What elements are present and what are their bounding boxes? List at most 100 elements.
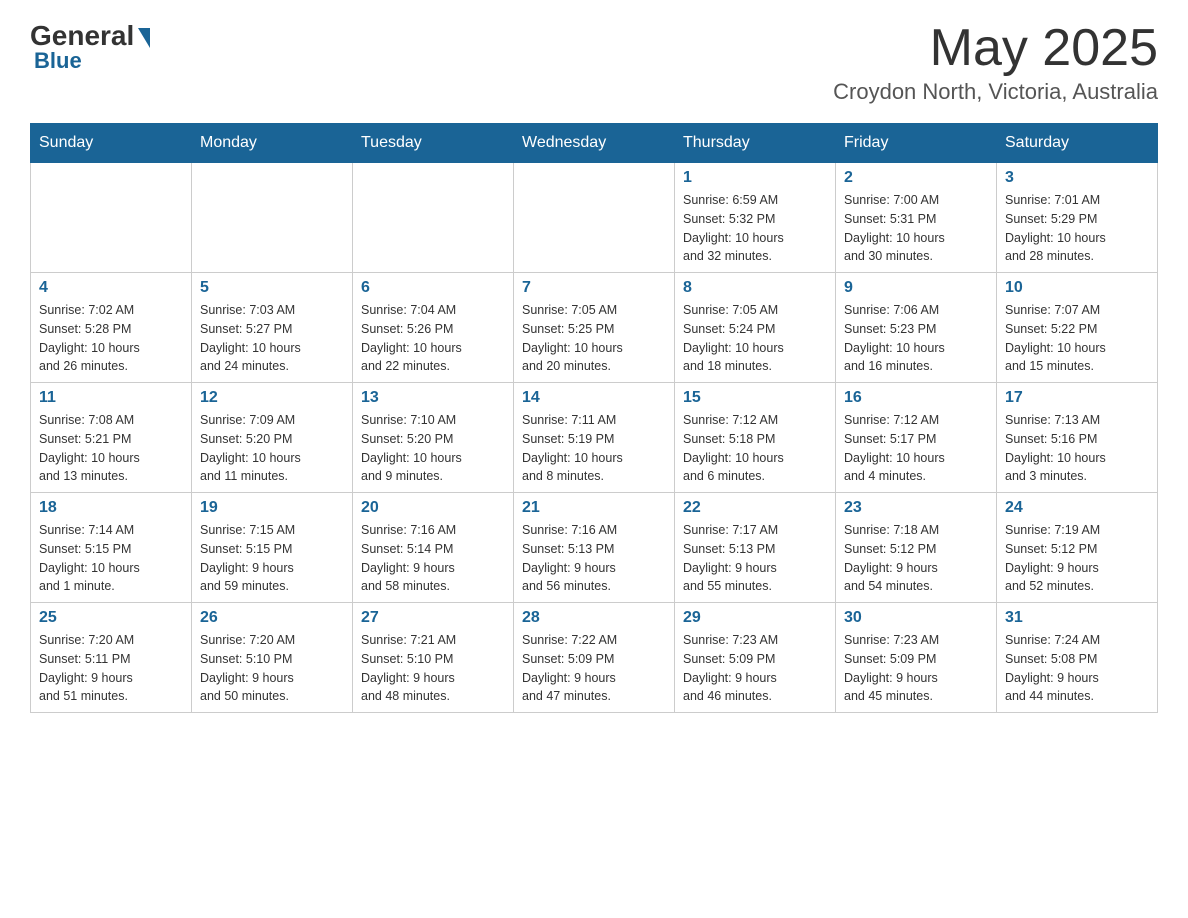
day-number: 23 [844, 499, 988, 517]
day-info: Sunrise: 7:23 AM Sunset: 5:09 PM Dayligh… [844, 631, 988, 706]
day-number: 21 [522, 499, 666, 517]
day-info: Sunrise: 7:22 AM Sunset: 5:09 PM Dayligh… [522, 631, 666, 706]
day-number: 20 [361, 499, 505, 517]
day-info: Sunrise: 7:20 AM Sunset: 5:11 PM Dayligh… [39, 631, 183, 706]
logo-blue-text: Blue [30, 48, 82, 74]
day-info: Sunrise: 7:02 AM Sunset: 5:28 PM Dayligh… [39, 301, 183, 376]
column-header-monday: Monday [192, 124, 353, 163]
calendar-cell: 2 Sunrise: 7:00 AM Sunset: 5:31 PM Daylig… [836, 163, 997, 273]
day-info: Sunrise: 7:03 AM Sunset: 5:27 PM Dayligh… [200, 301, 344, 376]
calendar-header-row: SundayMondayTuesdayWednesdayThursdayFrid… [31, 124, 1158, 163]
calendar-cell: 29 Sunrise: 7:23 AM Sunset: 5:09 PM Dayli… [675, 603, 836, 713]
day-number: 29 [683, 609, 827, 627]
day-number: 6 [361, 279, 505, 297]
calendar-cell: 8 Sunrise: 7:05 AM Sunset: 5:24 PM Daylig… [675, 273, 836, 383]
day-info: Sunrise: 7:09 AM Sunset: 5:20 PM Dayligh… [200, 411, 344, 486]
column-header-saturday: Saturday [997, 124, 1158, 163]
day-info: Sunrise: 7:16 AM Sunset: 5:14 PM Dayligh… [361, 521, 505, 596]
day-number: 11 [39, 389, 183, 407]
day-number: 7 [522, 279, 666, 297]
calendar-cell: 22Sunrise: 7:17 AM Sunset: 5:13 PM Dayli… [675, 493, 836, 603]
calendar-cell: 16Sunrise: 7:12 AM Sunset: 5:17 PM Dayli… [836, 383, 997, 493]
day-info: Sunrise: 7:00 AM Sunset: 5:31 PM Dayligh… [844, 191, 988, 266]
day-number: 8 [683, 279, 827, 297]
day-info: Sunrise: 7:07 AM Sunset: 5:22 PM Dayligh… [1005, 301, 1149, 376]
calendar-week-row: 1Sunrise: 6:59 AM Sunset: 5:32 PM Daylig… [31, 163, 1158, 273]
day-number: 16 [844, 389, 988, 407]
calendar-week-row: 25 Sunrise: 7:20 AM Sunset: 5:11 PM Dayli… [31, 603, 1158, 713]
calendar-week-row: 4 Sunrise: 7:02 AM Sunset: 5:28 PM Daylig… [31, 273, 1158, 383]
calendar-cell: 27 Sunrise: 7:21 AM Sunset: 5:10 PM Dayli… [353, 603, 514, 713]
day-info: Sunrise: 7:18 AM Sunset: 5:12 PM Dayligh… [844, 521, 988, 596]
day-number: 26 [200, 609, 344, 627]
day-number: 31 [1005, 609, 1149, 627]
calendar-cell: 17 Sunrise: 7:13 AM Sunset: 5:16 PM Dayli… [997, 383, 1158, 493]
day-number: 24 [1005, 499, 1149, 517]
calendar-cell: 19 Sunrise: 7:15 AM Sunset: 5:15 PM Dayli… [192, 493, 353, 603]
calendar-table: SundayMondayTuesdayWednesdayThursdayFrid… [30, 123, 1158, 713]
calendar-cell: 11 Sunrise: 7:08 AM Sunset: 5:21 PM Dayli… [31, 383, 192, 493]
day-info: Sunrise: 7:04 AM Sunset: 5:26 PM Dayligh… [361, 301, 505, 376]
day-number: 13 [361, 389, 505, 407]
day-number: 9 [844, 279, 988, 297]
calendar-cell: 26Sunrise: 7:20 AM Sunset: 5:10 PM Dayli… [192, 603, 353, 713]
day-info: Sunrise: 7:12 AM Sunset: 5:18 PM Dayligh… [683, 411, 827, 486]
calendar-cell: 5 Sunrise: 7:03 AM Sunset: 5:27 PM Daylig… [192, 273, 353, 383]
day-info: Sunrise: 7:21 AM Sunset: 5:10 PM Dayligh… [361, 631, 505, 706]
day-number: 25 [39, 609, 183, 627]
calendar-cell: 4 Sunrise: 7:02 AM Sunset: 5:28 PM Daylig… [31, 273, 192, 383]
day-number: 2 [844, 169, 988, 187]
day-info: Sunrise: 7:13 AM Sunset: 5:16 PM Dayligh… [1005, 411, 1149, 486]
day-number: 14 [522, 389, 666, 407]
calendar-cell: 9 Sunrise: 7:06 AM Sunset: 5:23 PM Daylig… [836, 273, 997, 383]
day-info: Sunrise: 7:19 AM Sunset: 5:12 PM Dayligh… [1005, 521, 1149, 596]
day-info: Sunrise: 7:05 AM Sunset: 5:24 PM Dayligh… [683, 301, 827, 376]
calendar-cell: 24 Sunrise: 7:19 AM Sunset: 5:12 PM Dayli… [997, 493, 1158, 603]
day-number: 18 [39, 499, 183, 517]
calendar-cell: 13 Sunrise: 7:10 AM Sunset: 5:20 PM Dayli… [353, 383, 514, 493]
day-number: 10 [1005, 279, 1149, 297]
calendar-cell: 30Sunrise: 7:23 AM Sunset: 5:09 PM Dayli… [836, 603, 997, 713]
calendar-cell: 28 Sunrise: 7:22 AM Sunset: 5:09 PM Dayli… [514, 603, 675, 713]
day-number: 4 [39, 279, 183, 297]
day-info: Sunrise: 7:16 AM Sunset: 5:13 PM Dayligh… [522, 521, 666, 596]
logo-triangle-icon [138, 28, 150, 48]
calendar-cell: 1Sunrise: 6:59 AM Sunset: 5:32 PM Daylig… [675, 163, 836, 273]
calendar-cell: 12 Sunrise: 7:09 AM Sunset: 5:20 PM Dayli… [192, 383, 353, 493]
calendar-cell: 20 Sunrise: 7:16 AM Sunset: 5:14 PM Dayli… [353, 493, 514, 603]
location-title: Croydon North, Victoria, Australia [833, 79, 1158, 105]
day-info: Sunrise: 7:01 AM Sunset: 5:29 PM Dayligh… [1005, 191, 1149, 266]
column-header-sunday: Sunday [31, 124, 192, 163]
calendar-cell: 25 Sunrise: 7:20 AM Sunset: 5:11 PM Dayli… [31, 603, 192, 713]
day-info: Sunrise: 7:15 AM Sunset: 5:15 PM Dayligh… [200, 521, 344, 596]
day-number: 19 [200, 499, 344, 517]
column-header-thursday: Thursday [675, 124, 836, 163]
calendar-cell: 15 Sunrise: 7:12 AM Sunset: 5:18 PM Dayli… [675, 383, 836, 493]
day-info: Sunrise: 7:06 AM Sunset: 5:23 PM Dayligh… [844, 301, 988, 376]
day-info: Sunrise: 7:11 AM Sunset: 5:19 PM Dayligh… [522, 411, 666, 486]
day-info: Sunrise: 7:23 AM Sunset: 5:09 PM Dayligh… [683, 631, 827, 706]
calendar-week-row: 11 Sunrise: 7:08 AM Sunset: 5:21 PM Dayli… [31, 383, 1158, 493]
day-number: 15 [683, 389, 827, 407]
column-header-friday: Friday [836, 124, 997, 163]
day-info: Sunrise: 7:17 AM Sunset: 5:13 PM Dayligh… [683, 521, 827, 596]
day-info: Sunrise: 7:08 AM Sunset: 5:21 PM Dayligh… [39, 411, 183, 486]
day-info: Sunrise: 7:14 AM Sunset: 5:15 PM Dayligh… [39, 521, 183, 596]
day-number: 28 [522, 609, 666, 627]
calendar-cell: 7 Sunrise: 7:05 AM Sunset: 5:25 PM Daylig… [514, 273, 675, 383]
day-number: 17 [1005, 389, 1149, 407]
column-header-wednesday: Wednesday [514, 124, 675, 163]
month-title: May 2025 [833, 20, 1158, 77]
day-number: 12 [200, 389, 344, 407]
calendar-cell: 18 Sunrise: 7:14 AM Sunset: 5:15 PM Dayli… [31, 493, 192, 603]
calendar-cell: 6 Sunrise: 7:04 AM Sunset: 5:26 PM Daylig… [353, 273, 514, 383]
day-number: 3 [1005, 169, 1149, 187]
calendar-week-row: 18 Sunrise: 7:14 AM Sunset: 5:15 PM Dayli… [31, 493, 1158, 603]
day-info: Sunrise: 7:24 AM Sunset: 5:08 PM Dayligh… [1005, 631, 1149, 706]
calendar-cell: 23 Sunrise: 7:18 AM Sunset: 5:12 PM Dayli… [836, 493, 997, 603]
day-number: 27 [361, 609, 505, 627]
day-info: Sunrise: 7:10 AM Sunset: 5:20 PM Dayligh… [361, 411, 505, 486]
day-info: Sunrise: 7:05 AM Sunset: 5:25 PM Dayligh… [522, 301, 666, 376]
day-number: 5 [200, 279, 344, 297]
calendar-cell [192, 163, 353, 273]
